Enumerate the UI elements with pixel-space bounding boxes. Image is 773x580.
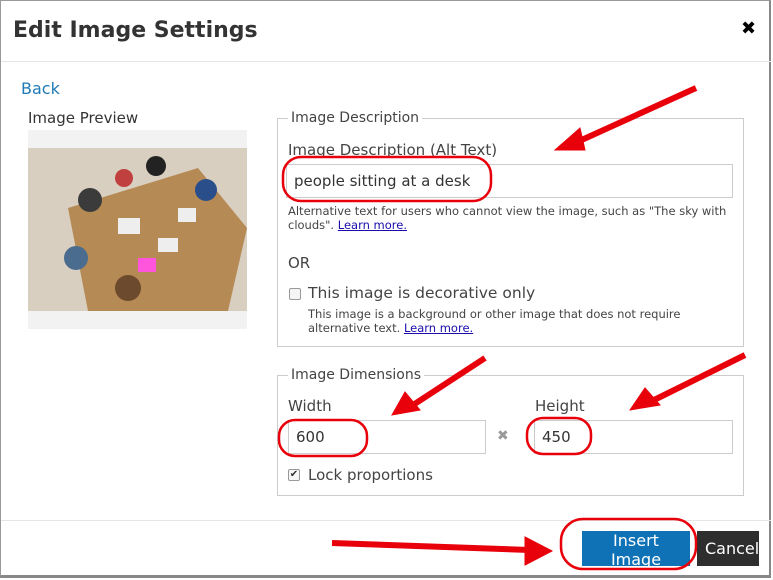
width-label: Width xyxy=(288,397,332,415)
lock-proportions-checkbox[interactable]: ✔ xyxy=(288,469,300,481)
height-input[interactable] xyxy=(534,420,733,454)
image-preview xyxy=(28,130,247,329)
cancel-button[interactable]: Cancel xyxy=(697,531,759,566)
back-link[interactable]: Back xyxy=(21,79,60,98)
decorative-checkbox[interactable] xyxy=(289,288,301,300)
group-legend: Image Description xyxy=(291,110,420,126)
close-icon[interactable]: ✖ xyxy=(741,18,756,39)
divider xyxy=(1,520,771,521)
alt-text-help: Alternative text for users who cannot vi… xyxy=(288,204,727,232)
decorative-help: This image is a background or other imag… xyxy=(308,307,681,335)
preview-photo xyxy=(28,148,247,311)
insert-image-button[interactable]: Insert Image xyxy=(582,531,690,569)
learn-more-link[interactable]: Learn more. xyxy=(404,321,473,335)
learn-more-link[interactable]: Learn more. xyxy=(338,218,407,232)
divider xyxy=(1,61,771,62)
alt-text-label: Image Description (Alt Text) xyxy=(288,141,498,159)
lock-proportions-label: Lock proportions xyxy=(308,466,433,484)
times-icon: ✖ xyxy=(497,428,509,444)
height-label: Height xyxy=(535,397,585,415)
group-legend: Image Dimensions xyxy=(291,367,422,383)
decorative-label: This image is decorative only xyxy=(308,284,536,302)
dialog-title: Edit Image Settings xyxy=(13,18,258,43)
or-label: OR xyxy=(288,254,311,272)
image-preview-label: Image Preview xyxy=(28,109,139,127)
alt-text-input[interactable] xyxy=(286,164,733,198)
width-input[interactable] xyxy=(288,420,486,454)
